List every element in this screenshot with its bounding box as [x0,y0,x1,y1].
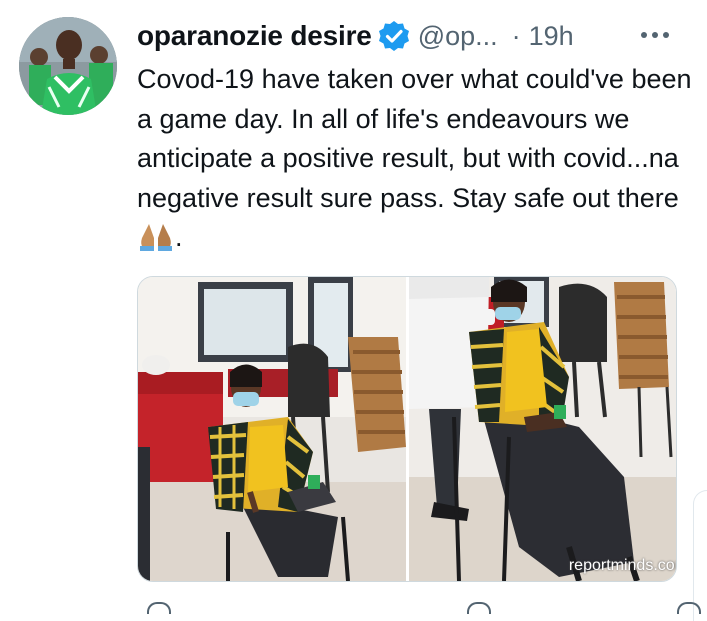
share-icon[interactable] [677,602,701,614]
media-photo-2[interactable]: reportminds.com [409,277,676,581]
media-photo-1[interactable] [138,277,406,581]
author-handle[interactable]: @op... [418,21,498,52]
more-options-icon[interactable] [641,32,671,42]
tweet-actions [137,598,701,614]
tweet-header: oparanozie desire @op... · 19h [137,18,697,54]
author-name[interactable]: oparanozie desire [137,20,372,52]
tweet-timestamp[interactable]: 19h [529,21,574,52]
like-icon[interactable] [467,602,491,614]
verified-badge-icon [378,20,410,52]
tweet-body: Covod-19 have taken over what could've b… [137,64,692,213]
header-separator: · [511,20,521,51]
tweet-text: Covod-19 have taken over what could've b… [137,60,697,258]
author-avatar[interactable] [19,17,117,115]
folded-hands-emoji-icon [137,222,175,252]
reply-icon[interactable] [147,602,171,614]
tweet-media[interactable]: reportminds.com [137,276,677,582]
media-watermark: reportminds.com [568,557,676,574]
tweet-text-end: . [175,222,183,252]
